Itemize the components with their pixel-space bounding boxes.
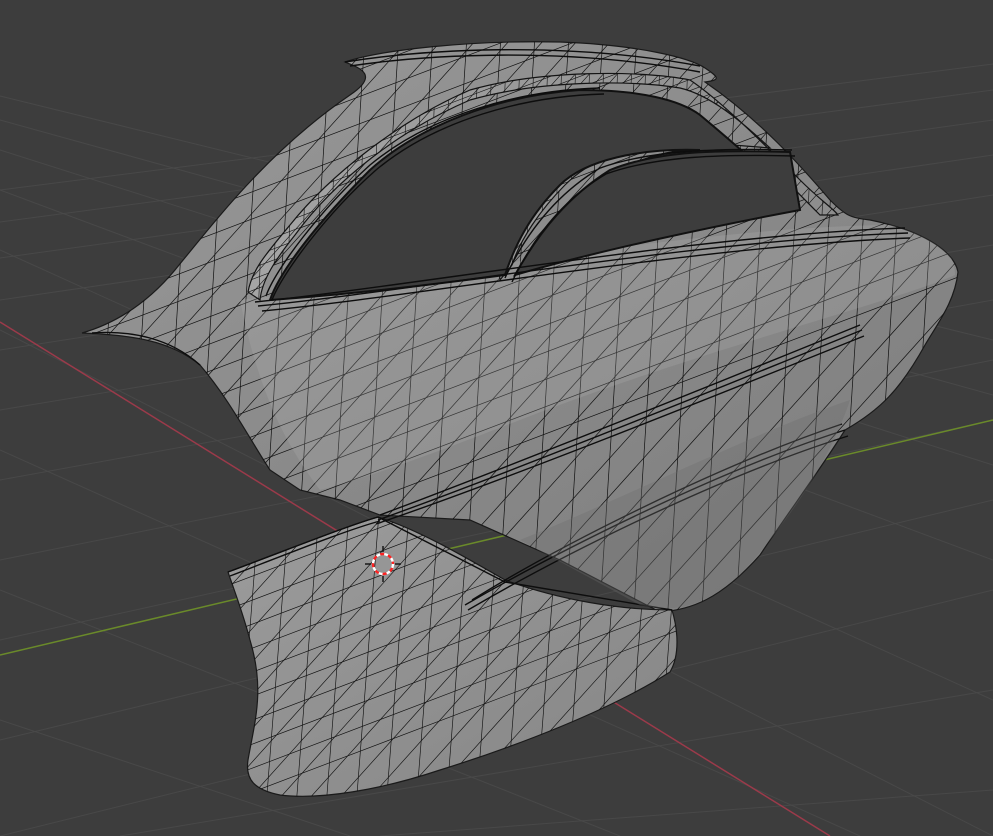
- car-door-mesh[interactable]: [0, 0, 993, 820]
- viewport-canvas[interactable]: [0, 0, 993, 836]
- 3d-viewport[interactable]: [0, 0, 993, 836]
